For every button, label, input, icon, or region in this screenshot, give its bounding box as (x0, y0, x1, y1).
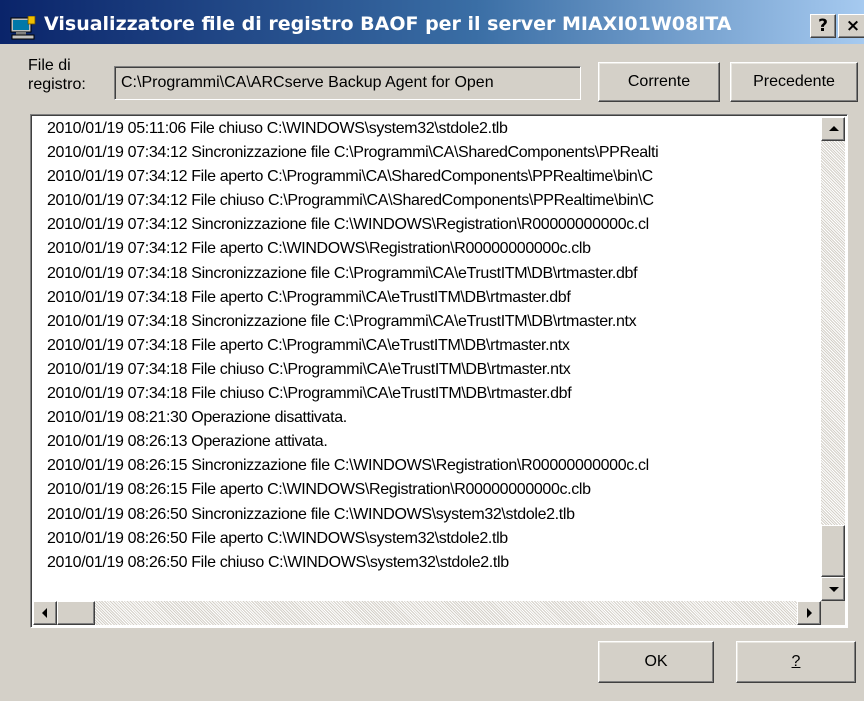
log-line: 2010/01/19 07:34:12 File aperto C:\WINDO… (47, 240, 591, 258)
log-line: 2010/01/19 07:34:12 File chiuso C:\Progr… (47, 192, 654, 210)
log-line: 2010/01/19 07:34:12 Sincronizzazione fil… (47, 144, 659, 162)
log-line: 2010/01/19 07:34:18 Sincronizzazione fil… (47, 312, 637, 330)
up-arrow-icon (829, 126, 839, 131)
log-line: 2010/01/19 07:34:12 File aperto C:\Progr… (47, 168, 653, 186)
title-bar[interactable]: Visualizzatore file di registro BAOF per… (0, 0, 864, 44)
left-arrow-icon (42, 608, 47, 618)
scrollbar-corner (821, 601, 845, 625)
log-line: 2010/01/19 05:11:06 File chiuso C:\WINDO… (47, 120, 508, 137)
scroll-up-button[interactable] (821, 117, 845, 141)
window-title: Visualizzatore file di registro BAOF per… (44, 13, 732, 35)
log-line: 2010/01/19 07:34:18 File chiuso C:\Progr… (47, 360, 571, 378)
log-line: 2010/01/19 07:34:18 File aperto C:\Progr… (47, 336, 570, 354)
log-line: 2010/01/19 08:26:13 Operazione attivata. (47, 433, 328, 451)
app-computer-icon (10, 15, 36, 40)
log-line: 2010/01/19 07:34:18 Sincronizzazione fil… (47, 264, 638, 282)
horizontal-scroll-thumb[interactable] (57, 601, 95, 625)
log-list-box[interactable]: 2010/01/19 05:11:06 File chiuso C:\WINDO… (30, 114, 848, 628)
right-arrow-icon (807, 608, 812, 618)
title-close-button[interactable]: × (838, 14, 864, 38)
log-line: 2010/01/19 08:21:30 Operazione disattiva… (47, 409, 347, 427)
log-file-path-field[interactable]: C:\Programmi\CA\ARCserve Backup Agent fo… (114, 66, 581, 100)
log-line: 2010/01/19 07:34:18 File aperto C:\Progr… (47, 288, 571, 306)
log-line: 2010/01/19 08:26:15 File aperto C:\WINDO… (47, 481, 591, 499)
scroll-left-button[interactable] (33, 601, 57, 625)
log-viewer-dialog: Visualizzatore file di registro BAOF per… (0, 0, 864, 701)
title-help-button[interactable]: ? (810, 14, 836, 38)
log-line: 2010/01/19 08:26:15 Sincronizzazione fil… (47, 457, 649, 475)
vertical-scroll-thumb[interactable] (821, 525, 845, 577)
ok-button[interactable]: OK (598, 641, 714, 683)
down-arrow-icon (829, 587, 839, 592)
log-line: 2010/01/19 07:34:12 Sincronizzazione fil… (47, 216, 649, 234)
log-lines-area[interactable]: 2010/01/19 05:11:06 File chiuso C:\WINDO… (33, 117, 821, 601)
log-line: 2010/01/19 07:34:18 File chiuso C:\Progr… (47, 385, 572, 403)
log-line: 2010/01/19 08:26:50 Sincronizzazione fil… (47, 505, 575, 523)
log-line: 2010/01/19 08:26:50 File chiuso C:\WINDO… (47, 553, 509, 571)
log-file-label: File di registro: (28, 57, 86, 93)
vertical-scrollbar[interactable] (821, 117, 845, 601)
scroll-right-button[interactable] (797, 601, 821, 625)
horizontal-scrollbar[interactable] (33, 601, 821, 625)
log-line: 2010/01/19 08:26:50 File aperto C:\WINDO… (47, 529, 508, 547)
previous-log-button[interactable]: Precedente (730, 62, 858, 102)
scroll-down-button[interactable] (821, 577, 845, 601)
current-log-button[interactable]: Corrente (598, 62, 720, 102)
help-button[interactable]: ? (736, 641, 856, 683)
